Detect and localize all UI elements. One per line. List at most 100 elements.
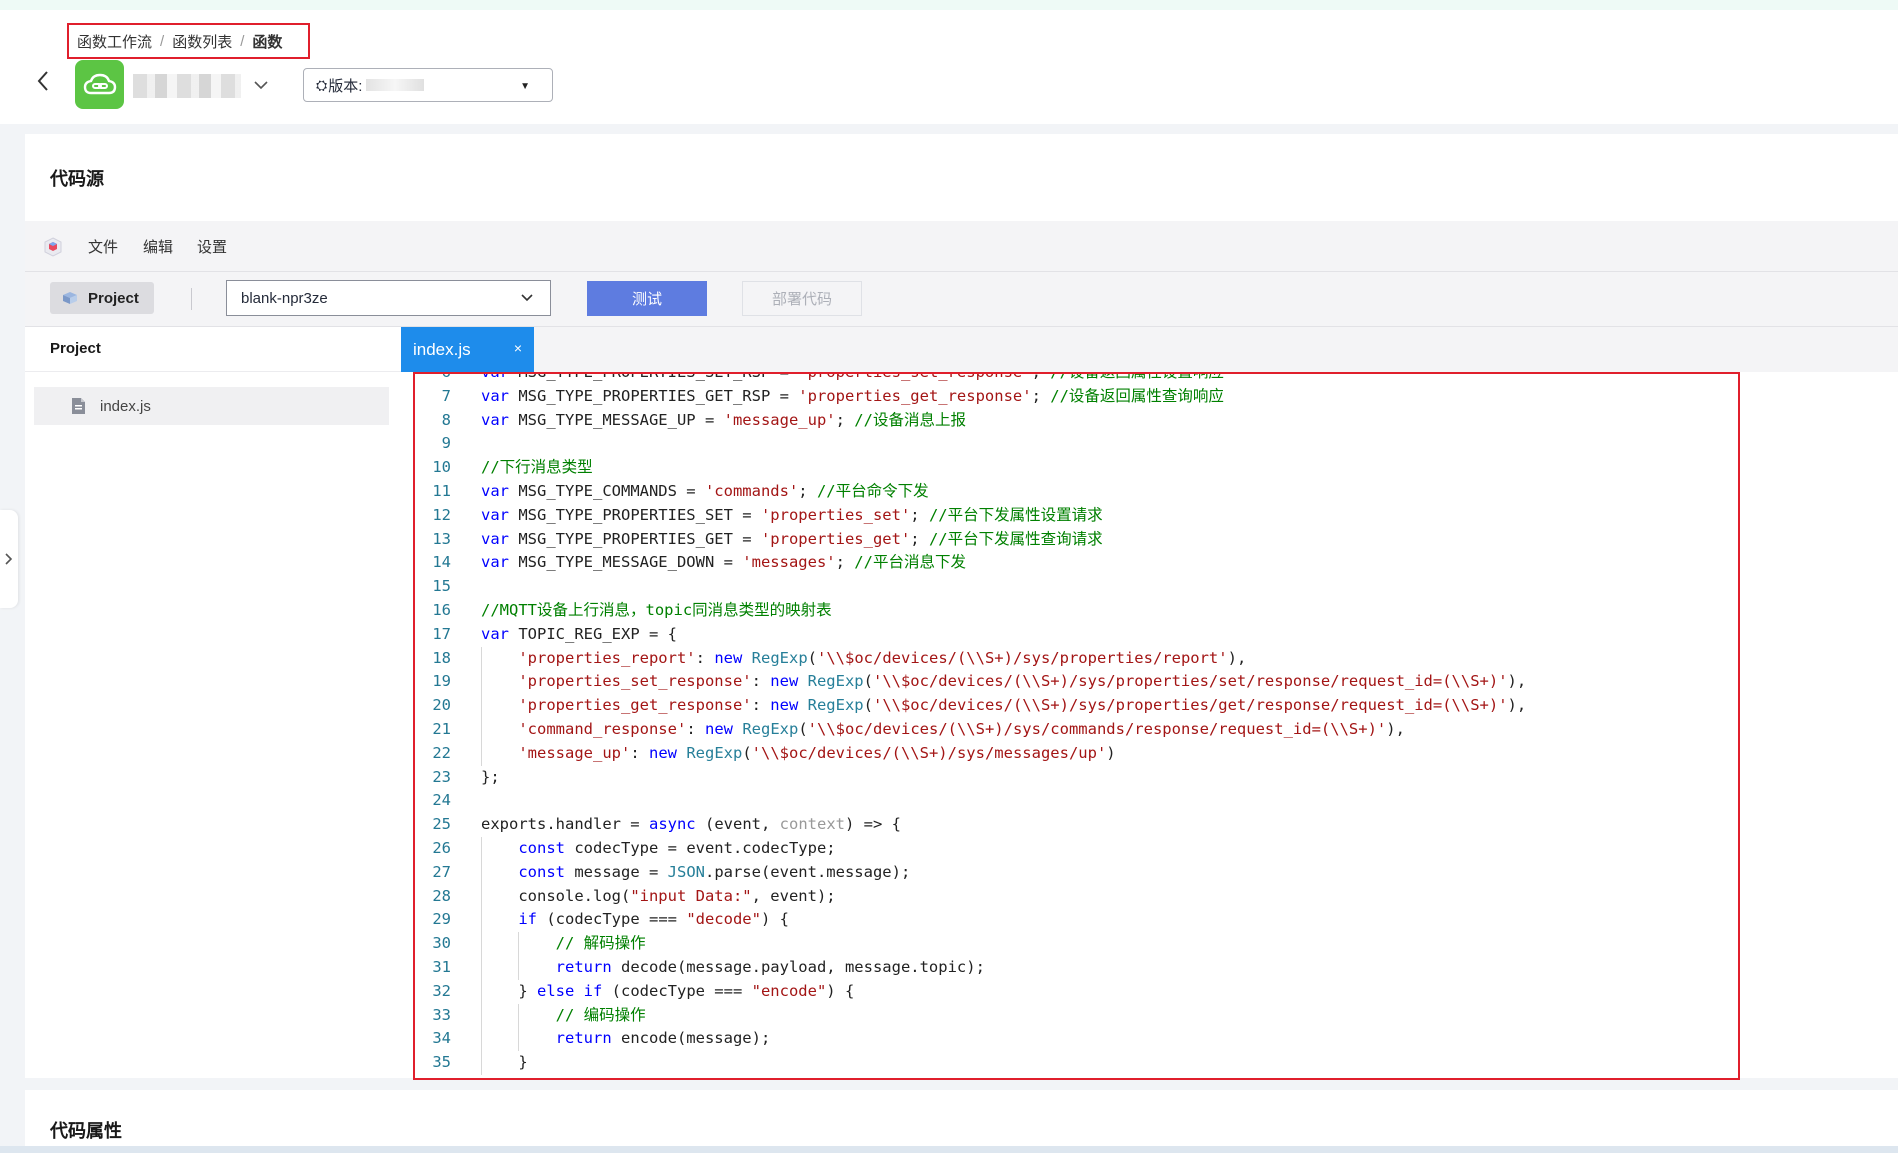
code-line: 30 // 解码操作 bbox=[415, 932, 1526, 956]
sidebar-title: Project bbox=[50, 340, 101, 357]
code-line: 7 var MSG_TYPE_PROPERTIES_GET_RSP = 'prop… bbox=[415, 385, 1526, 409]
code-token: (codecType === bbox=[602, 981, 752, 1000]
ide-menubar: 文件 编辑 设置 bbox=[25, 221, 1898, 272]
line-number: 18 bbox=[432, 648, 451, 667]
line-number: 34 bbox=[432, 1029, 451, 1048]
tab-label: index.js bbox=[413, 339, 471, 359]
version-select[interactable]: ⛭ 版本: ▼ bbox=[303, 68, 553, 102]
line-number: 15 bbox=[432, 577, 451, 596]
chevron-down-icon bbox=[521, 294, 533, 302]
line-number: 19 bbox=[432, 672, 451, 691]
code-token: 'messages' bbox=[742, 553, 836, 572]
code-token: MSG_TYPE_PROPERTIES_GET = bbox=[509, 529, 761, 548]
line-number: 10 bbox=[432, 458, 451, 477]
code-token: ; bbox=[835, 553, 855, 572]
code-token: //平台消息下发 bbox=[854, 553, 966, 572]
line-number: 31 bbox=[432, 957, 451, 976]
code-token: 'message_up' bbox=[518, 743, 631, 762]
code-token: MSG_TYPE_MESSAGE_DOWN = bbox=[509, 553, 743, 572]
menu-edit[interactable]: 编辑 bbox=[143, 236, 173, 257]
code-token: decode(message.payload, message.topic); bbox=[611, 957, 985, 976]
code-line: 26 const codecType = event.codecType; bbox=[415, 836, 1526, 861]
code-line: 6 var MSG_TYPE_PROPERTIES_SET_RSP = 'prop… bbox=[415, 372, 1526, 385]
sidebar-toggle[interactable] bbox=[0, 510, 18, 608]
code-line: 9 bbox=[415, 432, 1526, 456]
code-token: 'commands' bbox=[704, 481, 799, 500]
code-token: RegExp bbox=[751, 648, 808, 667]
code-token: '\\$oc/devices/(\\S+)/sys/properties/rep… bbox=[817, 648, 1228, 667]
code-token: MSG_TYPE_COMMANDS = bbox=[509, 481, 705, 500]
code-line: 24 bbox=[415, 789, 1526, 813]
back-arrow-icon[interactable] bbox=[36, 70, 50, 96]
indent-guide bbox=[481, 955, 482, 980]
indent-guide bbox=[481, 1051, 482, 1075]
test-button[interactable]: 测试 bbox=[587, 281, 707, 316]
code-token: ; bbox=[1031, 372, 1051, 381]
breadcrumb-separator: / bbox=[160, 32, 165, 50]
code-token: ( bbox=[807, 648, 817, 667]
line-number: 7 bbox=[441, 386, 451, 405]
indent-guide bbox=[481, 646, 482, 671]
code-token: var bbox=[481, 624, 509, 643]
code-token: 'properties_set_response' bbox=[798, 372, 1032, 381]
code-line: 13 var MSG_TYPE_PROPERTIES_GET = 'propert… bbox=[415, 528, 1526, 552]
ide-toolbar: Project blank-npr3ze 测试 部署代码 bbox=[25, 272, 1898, 327]
code-token: // 解码操作 bbox=[555, 934, 646, 953]
code-token: //设备消息上报 bbox=[854, 410, 966, 429]
code-token: '\\$oc/devices/(\\S+)/sys/properties/get… bbox=[872, 696, 1508, 715]
code-token: .parse(event.message); bbox=[704, 862, 911, 881]
code-token: var bbox=[481, 529, 509, 548]
code-token: return bbox=[555, 957, 612, 976]
version-icon: ⛭ bbox=[316, 76, 328, 93]
caret-down-icon: ▼ bbox=[520, 81, 530, 92]
code-token: var bbox=[481, 372, 509, 381]
indent-guide bbox=[518, 932, 520, 956]
code-token: MSG_TYPE_PROPERTIES_SET_RSP = bbox=[509, 372, 799, 381]
code-token: ), bbox=[1507, 696, 1527, 715]
indent-guide bbox=[481, 741, 482, 766]
file-item-index-js[interactable]: index.js bbox=[34, 387, 389, 425]
code-token: //MQTT设备上行消息，topic同消息类型的映射表 bbox=[481, 600, 832, 619]
function-logo-icon bbox=[75, 60, 124, 109]
code-properties-title: 代码属性 bbox=[50, 1121, 122, 1141]
code-token: "decode" bbox=[686, 910, 761, 929]
code-token: exports.handler = bbox=[481, 815, 649, 834]
code-line: 15 bbox=[415, 575, 1526, 599]
close-icon[interactable]: × bbox=[514, 340, 522, 356]
line-number: 17 bbox=[432, 624, 451, 643]
project-select[interactable]: blank-npr3ze bbox=[226, 280, 551, 316]
breadcrumb-item[interactable]: 函数列表 bbox=[172, 31, 232, 52]
menu-settings[interactable]: 设置 bbox=[197, 236, 227, 257]
code-line: 25 exports.handler = async (event, contex… bbox=[415, 813, 1526, 837]
indent-guide bbox=[481, 979, 482, 1004]
code-token: RegExp bbox=[807, 696, 864, 715]
code-line: 19 'properties_set_response': new RegExp… bbox=[415, 670, 1526, 695]
code-token: JSON bbox=[667, 862, 705, 881]
project-button-label: Project bbox=[88, 289, 139, 307]
deploy-code-button: 部署代码 bbox=[742, 281, 862, 316]
project-button[interactable]: Project bbox=[50, 282, 154, 314]
breadcrumb-item[interactable]: 函数工作流 bbox=[77, 31, 152, 52]
line-number: 30 bbox=[432, 934, 451, 953]
code-token: ; bbox=[910, 505, 929, 524]
code-token: "encode" bbox=[751, 981, 827, 1000]
indent-guide bbox=[481, 670, 482, 695]
menu-file[interactable]: 文件 bbox=[88, 236, 118, 257]
code-lines: 6 var MSG_TYPE_PROPERTIES_SET_RSP = 'prop… bbox=[415, 372, 1527, 1075]
indent-guide bbox=[481, 1003, 482, 1028]
code-token: console.log( bbox=[481, 886, 631, 905]
line-number: 25 bbox=[432, 815, 451, 834]
tab-index-js[interactable]: index.js × bbox=[401, 327, 534, 372]
chevron-down-icon[interactable] bbox=[252, 76, 270, 94]
cube-icon bbox=[63, 292, 77, 304]
line-number: 13 bbox=[432, 529, 451, 548]
indent-guide bbox=[518, 1003, 520, 1028]
code-token: 'properties_get' bbox=[760, 529, 911, 548]
indent-guide bbox=[481, 860, 482, 885]
